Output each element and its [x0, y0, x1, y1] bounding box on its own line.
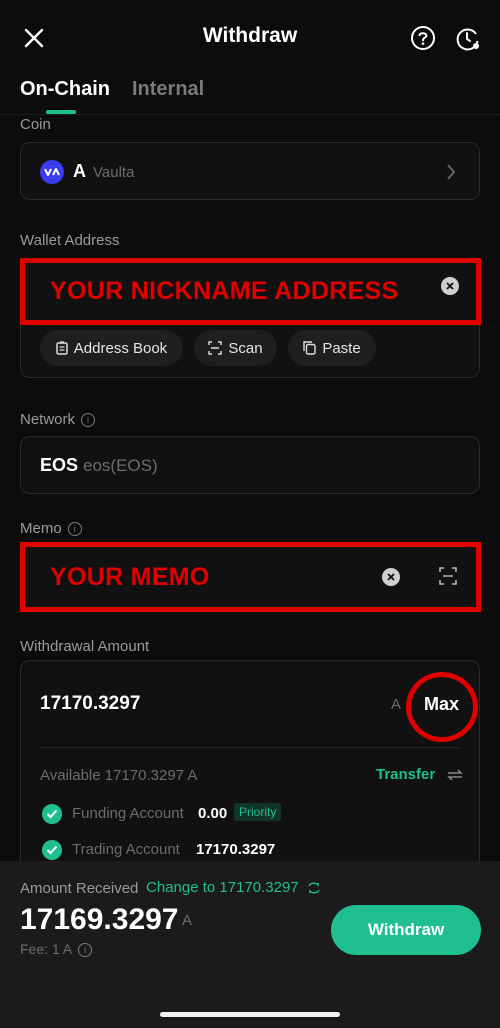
network-symbol: EOS: [40, 455, 79, 475]
wallet-address-label: Wallet Address: [20, 232, 120, 249]
network-selector[interactable]: EOS eos(EOS): [20, 436, 480, 494]
tab-internal[interactable]: Internal: [132, 78, 204, 101]
amount-label: Withdrawal Amount: [20, 638, 150, 655]
address-book-button[interactable]: Address Book: [40, 330, 183, 366]
tabs-divider: [0, 114, 500, 115]
scan-icon: [208, 341, 223, 355]
clear-icon: [387, 573, 395, 581]
trading-account-value: 17170.3297: [196, 841, 276, 858]
clipboard-icon: [56, 341, 68, 355]
info-icon: i: [67, 522, 82, 537]
funding-account-value: 0.00: [198, 805, 228, 822]
coin-name: Vaulta: [93, 164, 135, 181]
clear-icon: [446, 282, 454, 290]
available-balance: Available 17170.3297 A: [40, 767, 198, 784]
amount-unit: A: [391, 696, 402, 713]
funding-account-label: Funding Account: [72, 805, 184, 822]
coin-symbol: A: [73, 161, 86, 181]
info-icon: i: [81, 413, 96, 428]
scan-icon[interactable]: [439, 567, 457, 585]
tab-on-chain[interactable]: On-Chain: [20, 78, 110, 101]
amount-received-unit: A: [182, 912, 193, 929]
network-label-row: Network i: [20, 411, 96, 428]
address-book-label: Address Book: [73, 339, 168, 357]
clear-memo-button[interactable]: [382, 568, 400, 586]
change-amount-link[interactable]: Change to 17170.3297: [146, 879, 321, 896]
network-label: Network: [20, 411, 76, 428]
check-icon: [42, 840, 62, 860]
network-name: eos(EOS): [83, 456, 158, 475]
chevron-right-icon: [447, 164, 456, 180]
info-icon: i: [78, 943, 93, 958]
withdraw-button-label: Withdraw: [367, 920, 445, 939]
withdraw-button[interactable]: Withdraw: [331, 905, 481, 955]
memo-value: YOUR MEMO: [50, 563, 210, 591]
max-highlight-circle: [406, 672, 478, 742]
paste-label: Paste: [322, 339, 361, 357]
paste-icon: [303, 341, 317, 355]
paste-button[interactable]: Paste: [288, 330, 376, 366]
trading-account-label: Trading Account: [72, 841, 180, 858]
history-icon: [456, 28, 479, 51]
swap-icon: [308, 882, 320, 894]
priority-badge: Priority: [234, 803, 282, 821]
question-icon: [411, 26, 435, 50]
amount-divider: [40, 747, 460, 748]
change-amount-label: Change to 17170.3297: [146, 879, 299, 896]
coin-label: Coin: [20, 116, 51, 133]
amount-received-value: 17169.3297: [20, 903, 179, 936]
amount-input[interactable]: 17170.3297: [40, 693, 140, 715]
fee-text: Fee: 1 A: [20, 941, 73, 957]
coin-selector[interactable]: A Vaulta: [20, 142, 480, 200]
memo-label-row: Memo i: [20, 520, 82, 537]
home-indicator: [160, 1012, 340, 1017]
wallet-address-value: YOUR NICKNAME ADDRESS: [50, 277, 399, 305]
check-icon: [42, 804, 62, 824]
scan-button[interactable]: Scan: [194, 330, 277, 366]
clear-address-button[interactable]: [441, 277, 459, 295]
history-button[interactable]: [454, 25, 482, 53]
scan-label: Scan: [228, 339, 263, 357]
help-button[interactable]: [410, 25, 436, 51]
memo-label: Memo: [20, 520, 62, 537]
transfer-button[interactable]: Transfer: [376, 766, 464, 783]
fee-row: Fee: 1 A i: [20, 941, 93, 958]
amount-received-label: Amount Received: [20, 880, 139, 897]
swap-icon: [447, 769, 464, 781]
vaulta-coin-icon: [40, 160, 64, 184]
transfer-label: Transfer: [376, 766, 436, 783]
